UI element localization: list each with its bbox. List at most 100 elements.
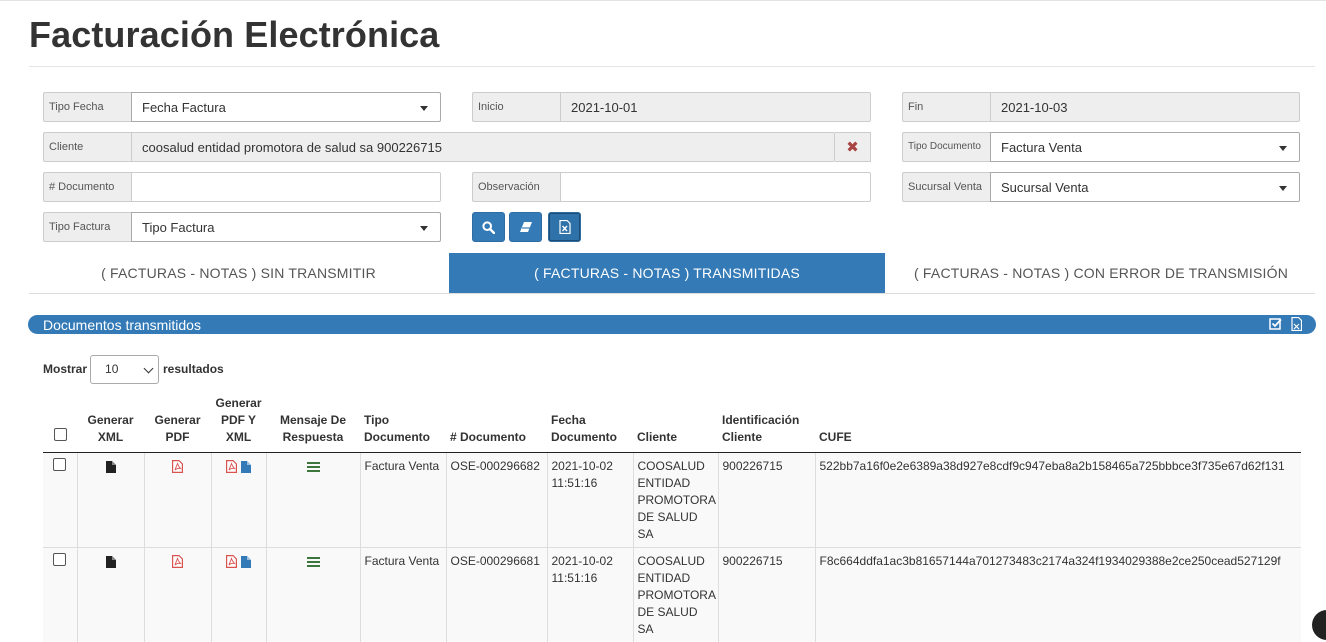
file-icon[interactable]	[241, 461, 251, 473]
fecha-documento-cell: 2021-10-02 11:51:16	[547, 453, 633, 548]
fin-group: Fin 2021-10-03	[902, 92, 1300, 122]
row-select-cell	[43, 548, 77, 642]
generar-xml-cell	[77, 548, 144, 642]
sucursal-venta-label: Sucursal Venta	[902, 172, 990, 202]
caret-down-icon	[1279, 146, 1287, 151]
tab-sin-transmitir[interactable]: ( FACTURAS - NOTAS ) SIN TRANSMITIR	[29, 253, 448, 293]
export-excel-button[interactable]	[548, 212, 581, 242]
inicio-group: Inicio 2021-10-01	[472, 92, 871, 122]
tipo-fecha-value: Fecha Factura	[142, 100, 226, 115]
col-tipo-documento[interactable]: Tipo Documento	[360, 391, 446, 453]
file-icon[interactable]	[106, 556, 116, 568]
file-icon[interactable]	[241, 556, 251, 568]
observacion-group: Observación	[472, 172, 871, 202]
excel-export-icon[interactable]	[1291, 317, 1302, 331]
num-documento-group: # Documento	[43, 172, 441, 202]
num-documento-label: # Documento	[43, 172, 131, 202]
check-square-icon[interactable]	[1269, 317, 1282, 330]
title-divider	[29, 66, 1315, 67]
tipo-documento-cell: Factura Venta	[360, 548, 446, 642]
row-checkbox[interactable]	[53, 458, 66, 471]
col-mensaje-respuesta[interactable]: Mensaje De Respuesta	[266, 391, 360, 453]
select-all-checkbox[interactable]	[54, 428, 67, 441]
generar-pdf-xml-cell	[211, 548, 266, 642]
tipo-fecha-label: Tipo Fecha	[43, 92, 131, 122]
num-documento-input[interactable]	[131, 172, 441, 202]
table-row: Factura Venta OSE-000296681 2021-10-02 1…	[43, 548, 1301, 642]
mensaje-respuesta-cell	[266, 548, 360, 642]
cliente-group: Cliente coosalud entidad promotora de sa…	[43, 132, 871, 162]
generar-pdf-cell	[144, 548, 211, 642]
panel-title: Documentos transmitidos	[43, 317, 201, 333]
cliente-input[interactable]: coosalud entidad promotora de salud sa 9…	[131, 132, 835, 162]
tipo-fecha-select[interactable]: Fecha Factura	[131, 92, 441, 122]
search-button[interactable]	[472, 212, 505, 242]
top-border	[0, 0, 1326, 1]
panel-tools	[1269, 317, 1302, 331]
excel-file-icon	[559, 220, 571, 234]
observacion-input[interactable]	[560, 172, 871, 202]
cufe-cell: F8c664ddfa1ac3b81657144a701273483c2174a3…	[815, 548, 1301, 642]
col-generar-pdf[interactable]: Generar PDF	[144, 391, 211, 453]
inicio-date-input[interactable]: 2021-10-01	[560, 92, 871, 122]
floating-action-button[interactable]	[1312, 610, 1326, 640]
col-generar-xml[interactable]: Generar XML	[77, 391, 144, 453]
row-checkbox[interactable]	[53, 553, 66, 566]
col-generar-pdf-xml[interactable]: Generar PDF Y XML	[211, 391, 266, 453]
tab-transmitidas[interactable]: ( FACTURAS - NOTAS ) TRANSMITIDAS	[449, 253, 885, 293]
cliente-label: Cliente	[43, 132, 131, 162]
fin-value: 2021-10-03	[1001, 100, 1068, 115]
pdf-file-icon[interactable]	[226, 555, 237, 568]
clear-cliente-button[interactable]: ✖	[835, 132, 871, 162]
caret-down-icon	[420, 226, 428, 231]
tipo-documento-value: Factura Venta	[1001, 140, 1082, 155]
pdf-file-icon[interactable]	[172, 460, 183, 473]
list-icon[interactable]	[307, 557, 320, 567]
select-all-header	[43, 391, 77, 453]
col-num-documento[interactable]: # Documento	[446, 391, 547, 453]
tipo-factura-label: Tipo Factura	[43, 212, 131, 242]
col-fecha-documento[interactable]: Fecha Documento	[547, 391, 633, 453]
inicio-label: Inicio	[472, 92, 560, 122]
generar-xml-cell	[77, 453, 144, 548]
tipo-documento-select[interactable]: Factura Venta	[990, 132, 1300, 162]
tipo-factura-select[interactable]: Tipo Factura	[131, 212, 441, 242]
file-icon[interactable]	[106, 461, 116, 473]
close-icon: ✖	[846, 138, 859, 156]
caret-down-icon	[1279, 186, 1287, 191]
page-title: Facturación Electrónica	[29, 14, 439, 56]
table-header-row: Generar XML Generar PDF Generar PDF Y XM…	[43, 391, 1301, 453]
cliente-link[interactable]: COOSALUD ENTIDAD PROMOTORA DE SALUD SA	[633, 548, 718, 642]
row-select-cell	[43, 453, 77, 548]
fin-label: Fin	[902, 92, 990, 122]
page-length-select[interactable]: 10	[90, 355, 159, 384]
identificacion-cell: 900226715	[718, 453, 815, 548]
documents-table: Generar XML Generar PDF Generar PDF Y XM…	[43, 391, 1301, 642]
col-cufe[interactable]: CUFE	[815, 391, 1301, 453]
observacion-label: Observación	[472, 172, 560, 202]
search-icon	[482, 221, 495, 234]
num-documento-link[interactable]: OSE-000296681	[446, 548, 547, 642]
table-row: Factura Venta OSE-000296682 2021-10-02 1…	[43, 453, 1301, 548]
col-identificacion-cliente[interactable]: Identificación Cliente	[718, 391, 815, 453]
fin-date-input[interactable]: 2021-10-03	[990, 92, 1300, 122]
tab-con-error[interactable]: ( FACTURAS - NOTAS ) CON ERROR DE TRANSM…	[886, 253, 1316, 293]
tipo-fecha-group: Tipo Fecha Fecha Factura	[43, 92, 441, 122]
cliente-value: coosalud entidad promotora de salud sa 9…	[142, 140, 442, 155]
clear-filters-button[interactable]	[509, 212, 542, 242]
pdf-file-icon[interactable]	[172, 555, 183, 568]
length-prefix: Mostrar	[43, 362, 87, 376]
eraser-icon	[519, 221, 533, 233]
panel-header: Documentos transmitidos	[28, 315, 1316, 334]
cufe-cell: 522bb7a16f0e2e6389a38d927e8cdf9c947eba8a…	[815, 453, 1301, 548]
num-documento-link[interactable]: OSE-000296682	[446, 453, 547, 548]
sucursal-venta-select[interactable]: Sucursal Venta	[990, 172, 1300, 202]
page-length-value: 10	[105, 362, 118, 376]
pdf-file-icon[interactable]	[226, 460, 237, 473]
generar-pdf-xml-cell	[211, 453, 266, 548]
list-icon[interactable]	[307, 462, 320, 472]
tipo-documento-group: Tipo Documento Factura Venta	[902, 132, 1300, 162]
generar-pdf-cell	[144, 453, 211, 548]
cliente-link[interactable]: COOSALUD ENTIDAD PROMOTORA DE SALUD SA	[633, 453, 718, 548]
col-cliente[interactable]: Cliente	[633, 391, 718, 453]
